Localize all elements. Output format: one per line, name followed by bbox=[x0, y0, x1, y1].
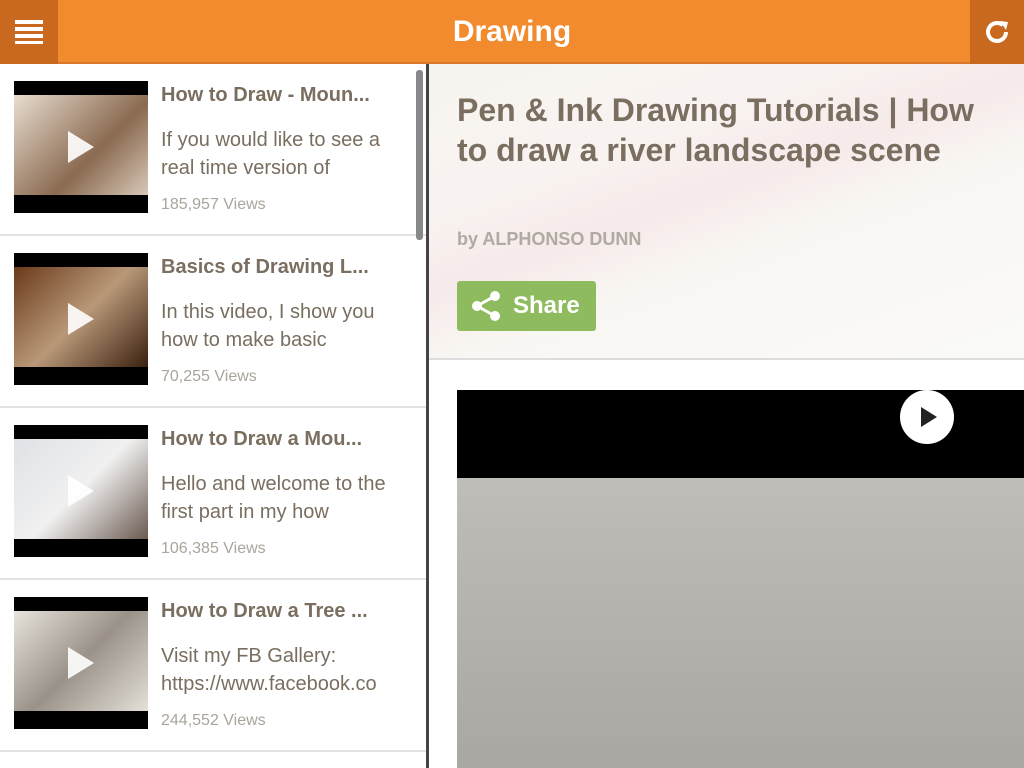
play-icon bbox=[68, 303, 94, 335]
list-scrollbar[interactable] bbox=[416, 70, 423, 240]
share-label: Share bbox=[513, 292, 580, 319]
detail-header: Pen & Ink Drawing Tutorials | How to dra… bbox=[429, 64, 1024, 360]
video-thumbnail bbox=[14, 253, 148, 385]
video-list-item[interactable]: How to Draw a Mou... Hello and welcome t… bbox=[0, 408, 426, 580]
video-list: How to Draw - Moun... If you would like … bbox=[0, 64, 426, 768]
video-views: 244,552 Views bbox=[161, 712, 266, 729]
video-title: How to Draw a Tree ... bbox=[161, 600, 368, 622]
video-author: by ALPHONSO DUNN bbox=[457, 229, 642, 249]
video-detail: Pen & Ink Drawing Tutorials | How to dra… bbox=[429, 64, 1024, 768]
video-list-item[interactable]: How to Draw a Tree ... Visit my FB Galle… bbox=[0, 580, 426, 752]
video-description: Hello and welcome to the first part in m… bbox=[161, 473, 386, 523]
video-views: 185,957 Views bbox=[161, 196, 266, 213]
video-detail-title: Pen & Ink Drawing Tutorials | How to dra… bbox=[457, 92, 974, 168]
play-icon bbox=[68, 647, 94, 679]
play-icon bbox=[921, 407, 937, 427]
video-title: How to Draw a Mou... bbox=[161, 428, 363, 450]
video-title: How to Draw - Moun... bbox=[161, 84, 370, 106]
refresh-button[interactable] bbox=[970, 0, 1024, 64]
app-header: Drawing bbox=[0, 0, 1024, 64]
share-button[interactable]: Share bbox=[457, 281, 596, 331]
video-list-item[interactable]: How to Draw - Moun... If you would like … bbox=[0, 64, 426, 236]
video-thumbnail bbox=[14, 425, 148, 557]
play-icon bbox=[68, 131, 94, 163]
video-views: 106,385 Views bbox=[161, 540, 266, 557]
video-list-item[interactable]: Basics of Drawing L... In this video, I … bbox=[0, 236, 426, 408]
video-description: Visit my FB Gallery: https://www.faceboo… bbox=[161, 645, 377, 695]
play-icon bbox=[68, 475, 94, 507]
refresh-icon bbox=[986, 21, 1008, 43]
app-title: Drawing bbox=[452, 15, 572, 48]
video-player[interactable] bbox=[457, 390, 1024, 768]
play-button[interactable] bbox=[900, 390, 954, 444]
video-frame bbox=[457, 478, 1024, 768]
share-icon bbox=[472, 291, 500, 321]
video-thumbnail bbox=[14, 81, 148, 213]
video-thumbnail bbox=[14, 597, 148, 729]
video-views: 70,255 Views bbox=[161, 368, 257, 385]
video-title: Basics of Drawing L... bbox=[161, 256, 369, 278]
video-description: In this video, I show you how to make ba… bbox=[161, 301, 375, 351]
video-description: If you would like to see a real time ver… bbox=[161, 129, 381, 179]
